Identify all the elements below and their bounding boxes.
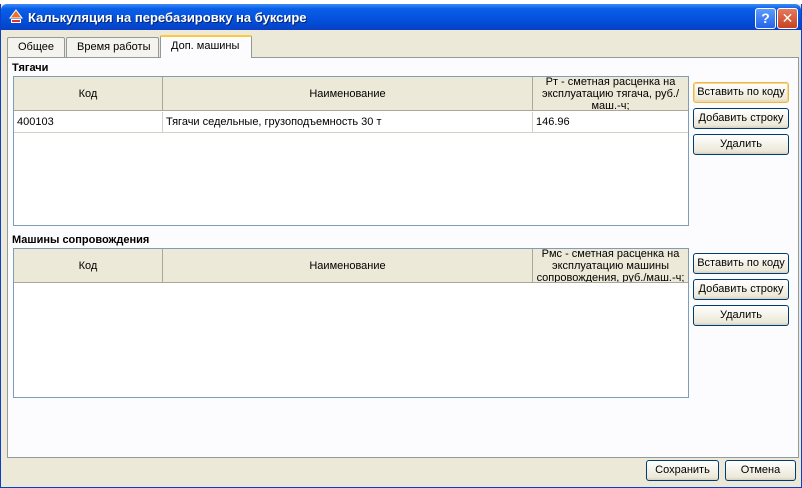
cell-name[interactable]: Тягачи седельные, грузоподъемность 30 т — [163, 112, 533, 132]
cell-code[interactable]: 400103 — [14, 112, 163, 132]
cancel-button[interactable]: Отмена — [725, 460, 796, 481]
tab-strip: Общее Время работы Доп. машины — [7, 35, 799, 58]
column-header-code[interactable]: Код — [14, 249, 163, 282]
help-button[interactable]: ? — [755, 8, 776, 29]
close-button[interactable]: ✕ — [777, 8, 798, 29]
tab-general[interactable]: Общее — [7, 37, 65, 57]
dialog-window: Калькуляция на перебазировку на буксире … — [0, 4, 802, 488]
tab-work-time[interactable]: Время работы — [66, 37, 159, 57]
title-bar[interactable]: Калькуляция на перебазировку на буксире … — [1, 4, 801, 30]
tractors-grid[interactable]: Код Наименование Рт - сметная расценка н… — [13, 76, 689, 226]
tab-additional-machines[interactable]: Доп. машины — [160, 35, 252, 58]
tractors-add-row-button[interactable]: Добавить строку — [693, 108, 789, 129]
tractors-insert-by-code-button[interactable]: Вставить по коду — [693, 82, 789, 103]
tractors-grid-header: Код Наименование Рт - сметная расценка н… — [14, 77, 688, 111]
column-header-name[interactable]: Наименование — [163, 249, 533, 282]
escort-insert-by-code-button[interactable]: Вставить по коду — [693, 253, 789, 274]
app-icon — [9, 9, 23, 23]
column-header-rate[interactable]: Рт - сметная расценка на эксплуатацию тя… — [533, 77, 688, 110]
tractors-delete-button[interactable]: Удалить — [693, 134, 789, 155]
save-button[interactable]: Сохранить — [646, 460, 719, 481]
column-header-rate[interactable]: Рмс - сметная расценка на эксплуатацию м… — [533, 249, 688, 282]
escort-section-label: Машины сопровождения — [12, 234, 150, 246]
escort-add-row-button[interactable]: Добавить строку — [693, 279, 789, 300]
column-header-name[interactable]: Наименование — [163, 77, 533, 110]
window-title: Калькуляция на перебазировку на буксире — [28, 10, 307, 25]
escort-grid-header: Код Наименование Рмс - сметная расценка … — [14, 249, 688, 283]
table-row[interactable]: 400103 Тягачи седельные, грузоподъемност… — [14, 112, 688, 133]
escort-delete-button[interactable]: Удалить — [693, 305, 789, 326]
column-header-code[interactable]: Код — [14, 77, 163, 110]
cell-rate[interactable]: 146.96 — [533, 112, 688, 132]
escort-grid[interactable]: Код Наименование Рмс - сметная расценка … — [13, 248, 689, 398]
tab-panel: Тягачи Код Наименование Рт - сметная рас… — [7, 57, 799, 458]
tractors-section-label: Тягачи — [12, 62, 49, 74]
